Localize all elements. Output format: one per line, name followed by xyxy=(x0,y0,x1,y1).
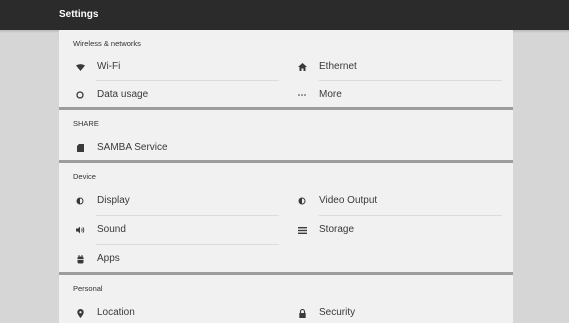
settings-item-display[interactable]: Display xyxy=(73,187,279,215)
settings-item-label: Location xyxy=(97,307,135,318)
settings-item-sound[interactable]: Sound xyxy=(73,216,279,244)
section-device: Device Display Video Output Sound Storag… xyxy=(59,163,513,272)
settings-item-label: More xyxy=(319,89,342,100)
settings-item-label: Apps xyxy=(97,253,120,264)
section-wireless: Wireless & networks Wi-Fi Ethernet Data … xyxy=(59,30,513,107)
more-icon xyxy=(295,81,309,109)
section-header-wireless: Wireless & networks xyxy=(73,39,141,48)
settings-item-label: Storage xyxy=(319,224,355,235)
settings-item-label: Video Output xyxy=(319,195,378,206)
settings-item-location[interactable]: Location xyxy=(73,299,279,323)
storage-icon xyxy=(295,216,309,244)
security-icon xyxy=(295,299,309,323)
settings-item-wifi[interactable]: Wi-Fi xyxy=(73,53,279,81)
section-header-share: SHARE xyxy=(73,119,99,128)
page-title: Settings xyxy=(59,9,99,20)
settings-item-label: Display xyxy=(97,195,130,206)
settings-item-label: Security xyxy=(319,307,356,318)
settings-item-storage[interactable]: Storage xyxy=(295,216,501,244)
data-usage-icon xyxy=(73,81,87,109)
section-personal: Personal Location Security xyxy=(59,275,513,323)
apps-icon xyxy=(73,245,87,273)
settings-item-apps[interactable]: Apps xyxy=(73,245,279,273)
settings-item-label: Wi-Fi xyxy=(97,61,121,72)
section-header-device: Device xyxy=(73,172,96,181)
sound-icon xyxy=(73,216,87,244)
settings-item-more[interactable]: More xyxy=(295,81,501,109)
settings-item-label: Ethernet xyxy=(319,61,357,72)
ethernet-icon xyxy=(295,53,309,81)
wifi-icon xyxy=(73,53,87,81)
settings-item-data-usage[interactable]: Data usage xyxy=(73,81,279,109)
settings-item-security[interactable]: Security xyxy=(295,299,501,323)
settings-item-video-output[interactable]: Video Output xyxy=(295,187,501,215)
settings-item-samba-service[interactable]: SAMBA Service xyxy=(73,134,279,162)
settings-item-label: Data usage xyxy=(97,89,149,100)
samba-icon xyxy=(73,134,87,162)
settings-item-label: SAMBA Service xyxy=(97,142,168,153)
app-bar: Settings xyxy=(0,0,569,30)
section-header-personal: Personal xyxy=(73,284,103,293)
location-icon xyxy=(73,299,87,323)
settings-item-ethernet[interactable]: Ethernet xyxy=(295,53,501,81)
section-share: SHARE SAMBA Service xyxy=(59,110,513,160)
settings-list: Wireless & networks Wi-Fi Ethernet Data … xyxy=(59,30,513,323)
display-icon xyxy=(73,187,87,215)
settings-item-label: Sound xyxy=(97,224,126,235)
video-output-icon xyxy=(295,187,309,215)
